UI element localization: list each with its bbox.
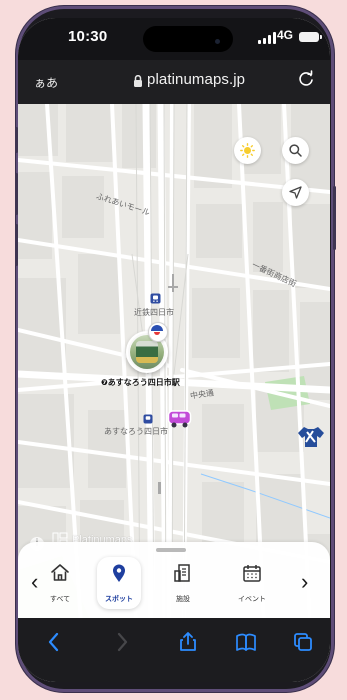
- home-icon: [51, 564, 69, 581]
- small-station-icon: [143, 414, 153, 424]
- location-arrow-icon: [289, 186, 302, 199]
- browser-address-bar[interactable]: ぁあ platinumaps.jp: [18, 60, 330, 104]
- category-facilities[interactable]: 施設: [161, 557, 205, 609]
- phone-mockup-background: 10:30 4G ぁあ platinumaps.jp ふれあいモール 一番街商店…: [0, 0, 347, 700]
- category-events-label: イベント: [238, 595, 266, 603]
- cellular-signal-icon: [258, 32, 276, 44]
- chevron-left-icon: [48, 632, 59, 652]
- calendar-icon: [243, 565, 261, 582]
- network-indicator: 4G: [277, 28, 294, 42]
- phone-screen: 10:30 4G ぁあ platinumaps.jp ふれあいモール 一番街商店…: [18, 18, 330, 682]
- browser-forward-button[interactable]: [110, 630, 134, 654]
- reader-view-button[interactable]: ぁあ: [34, 74, 58, 91]
- phone-power-button: [333, 186, 336, 250]
- camera-icon: [215, 39, 220, 44]
- reload-icon[interactable]: [296, 69, 316, 89]
- tabs-button[interactable]: [291, 630, 315, 654]
- battery-icon: [299, 32, 322, 42]
- share-icon: [180, 632, 196, 651]
- category-next-button[interactable]: ›: [301, 571, 308, 593]
- category-spots-label: スポット: [105, 595, 133, 603]
- category-all-label: すべて: [49, 595, 71, 603]
- mascot-character-icon: [148, 322, 168, 342]
- station-label-kintetsu: 近鉄四日市: [134, 308, 174, 317]
- bus-icon[interactable]: [167, 408, 194, 430]
- status-time: 10:30: [68, 28, 108, 45]
- chevron-right-icon: [117, 632, 128, 652]
- sun-icon: [240, 143, 255, 158]
- category-facilities-label: 施設: [176, 595, 190, 603]
- tabs-icon: [294, 633, 312, 651]
- url-text[interactable]: platinumaps.jp: [147, 71, 245, 88]
- ios-status-bar: 10:30 4G: [18, 18, 330, 60]
- share-button[interactable]: [176, 630, 200, 654]
- category-bottom-sheet[interactable]: ‹ すべて スポット 施設 イベント ›: [18, 542, 330, 618]
- category-events[interactable]: イベント: [230, 557, 274, 609]
- selected-station-label[interactable]: ❼あすなろう四日市駅: [101, 377, 180, 388]
- book-icon: [236, 633, 256, 651]
- current-location-button[interactable]: [282, 179, 309, 206]
- station-label-asunarou: あすなろう四日市: [104, 427, 168, 436]
- browser-bottom-toolbar: [18, 618, 330, 682]
- sheet-grabber[interactable]: [156, 548, 186, 552]
- category-all[interactable]: すべて: [38, 557, 82, 609]
- category-spots[interactable]: スポット: [97, 557, 141, 609]
- browser-back-button[interactable]: [42, 630, 66, 654]
- kintetsu-station-icon: [150, 293, 161, 304]
- shirt-icon[interactable]: [297, 425, 325, 449]
- search-icon: [289, 144, 302, 157]
- bookmarks-button[interactable]: [234, 630, 258, 654]
- map-search-button[interactable]: [282, 137, 309, 164]
- lock-icon: [134, 75, 142, 87]
- sun-toggle-button[interactable]: [234, 137, 261, 164]
- building-icon: [174, 564, 190, 582]
- location-pin-icon: [113, 564, 125, 582]
